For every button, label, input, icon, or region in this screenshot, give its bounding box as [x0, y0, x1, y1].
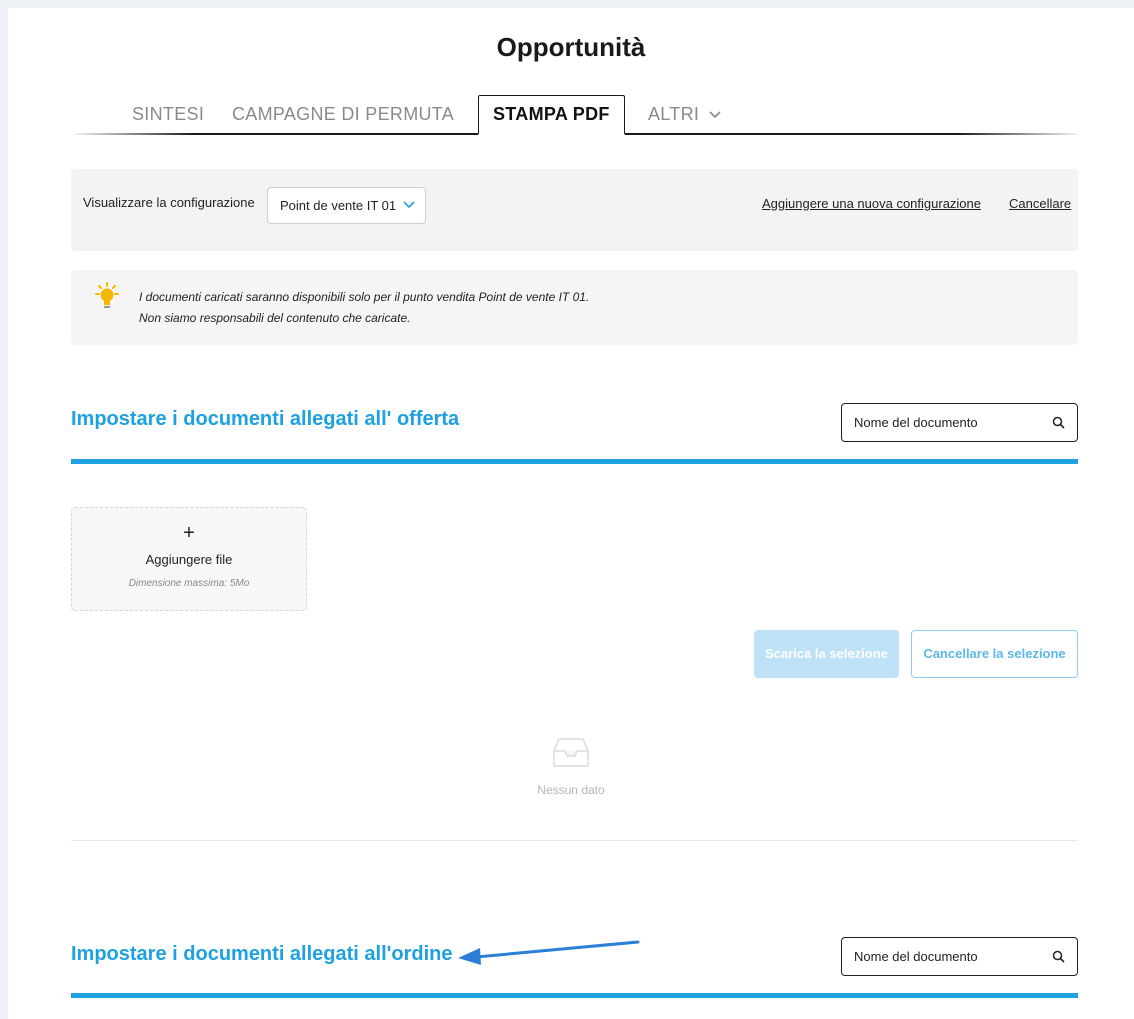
chevron-down-icon — [403, 201, 415, 209]
configuration-label: Visualizzare la configurazione — [83, 195, 255, 210]
offer-section-divider — [71, 459, 1078, 464]
order-section-divider — [71, 993, 1078, 998]
empty-state-text: Nessun dato — [537, 783, 605, 797]
order-section-title: Impostare i documenti allegati all'ordin… — [71, 943, 453, 965]
add-configuration-link[interactable]: Aggiungere una nuova configurazione — [762, 196, 981, 211]
search-icon[interactable] — [1052, 950, 1065, 963]
configuration-bar: Visualizzare la configurazione Point de … — [71, 169, 1078, 251]
info-line-2: Non siamo responsabili del contenuto che… — [139, 311, 411, 325]
download-selection-button[interactable]: Scarica la selezione — [754, 630, 899, 678]
offer-search-placeholder: Nome del documento — [854, 415, 978, 430]
page-container: Opportunità SINTESI CAMPAGNE DI PERMUTA … — [8, 8, 1134, 1019]
offer-section-title: Impostare i documenti allegati all' offe… — [71, 408, 460, 430]
tab-stampa-pdf[interactable]: STAMPA PDF — [478, 95, 625, 135]
cancel-configuration-link[interactable]: Cancellare — [1009, 196, 1071, 211]
page-title: Opportunità — [496, 32, 646, 62]
info-line-1: I documenti caricati saranno disponibili… — [139, 290, 590, 304]
tab-campagne-di-permuta[interactable]: CAMPAGNE DI PERMUTA — [232, 99, 454, 135]
configuration-select[interactable]: Point de vente IT 01 — [267, 187, 426, 224]
annotation-arrow-icon — [458, 940, 640, 965]
tab-bar: SINTESI CAMPAGNE DI PERMUTA STAMPA PDF A… — [74, 95, 1078, 137]
offer-search-input[interactable]: Nome del documento — [841, 403, 1078, 442]
empty-inbox-icon — [553, 738, 589, 767]
upload-size-hint: Dimensione massima: 5Mo — [128, 578, 250, 589]
order-search-input[interactable]: Nome del documento — [841, 937, 1078, 976]
tab-altri[interactable]: ALTRI — [648, 99, 721, 135]
configuration-selected-value: Point de vente IT 01 — [280, 198, 397, 213]
order-search-placeholder: Nome del documento — [854, 949, 978, 964]
section-divider — [71, 840, 1078, 841]
lightbulb-icon — [95, 282, 119, 308]
upload-file-dropzone[interactable]: + Aggiungere file Dimensione massima: 5M… — [71, 507, 307, 611]
upload-label: Aggiungere file — [145, 552, 233, 567]
plus-icon: + — [183, 522, 195, 544]
info-notice: I documenti caricati saranno disponibili… — [71, 270, 1078, 345]
search-icon[interactable] — [1052, 416, 1065, 429]
cancel-selection-button[interactable]: Cancellare la selezione — [911, 630, 1078, 678]
chevron-down-icon — [708, 111, 721, 119]
tab-sintesi[interactable]: SINTESI — [132, 99, 204, 135]
tab-altri-label: ALTRI — [648, 104, 700, 124]
